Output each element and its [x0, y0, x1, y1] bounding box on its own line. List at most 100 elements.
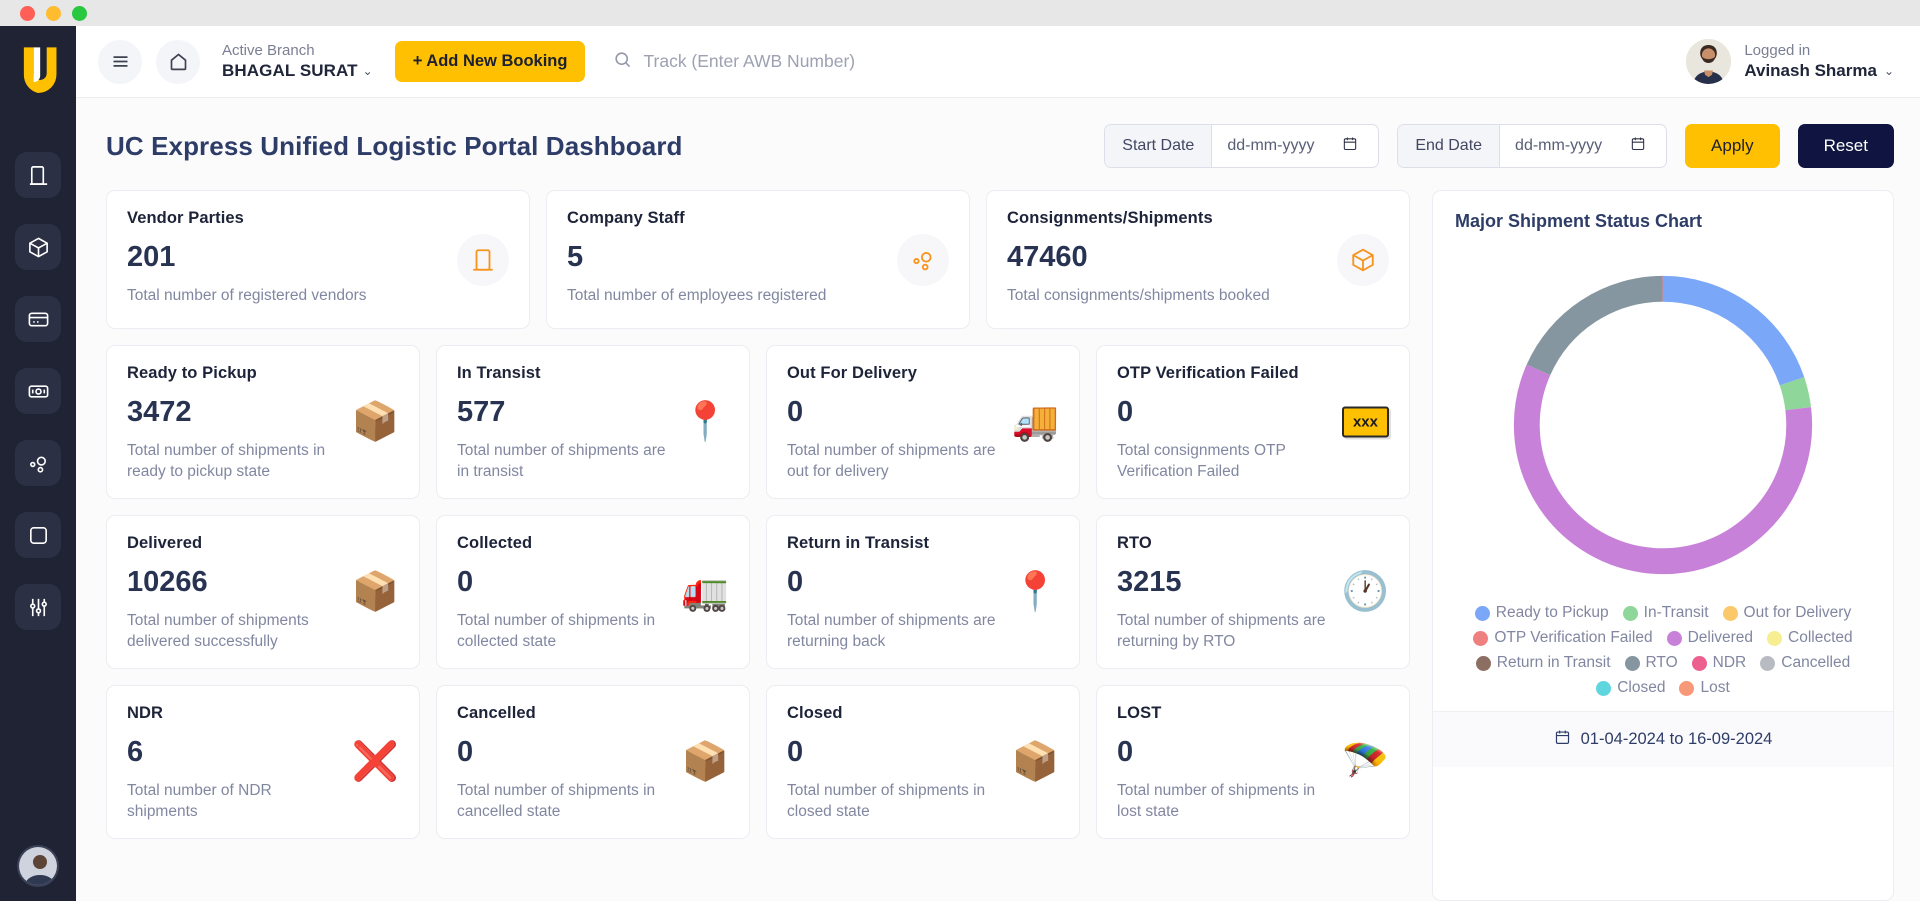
card-vendor-parties[interactable]: Vendor Parties 201 Total number of regis…	[106, 190, 530, 329]
legend-label: RTO	[1645, 654, 1678, 671]
sidebar-item-grid[interactable]	[15, 512, 61, 558]
hamburger-menu-icon[interactable]	[98, 39, 142, 84]
legend-swatch	[1767, 630, 1783, 646]
legend-item[interactable]: Delivered	[1666, 629, 1754, 647]
card-title: Cancelled	[457, 704, 536, 722]
legend-label: Delivered	[1687, 629, 1754, 646]
legend-swatch	[1474, 605, 1490, 621]
main-area: Active Branch BHAGAL SURAT ⌄ + Add New B…	[76, 26, 1920, 901]
user-name-row[interactable]: Avinash Sharma ⌄	[1744, 60, 1894, 82]
card-value: 47460	[1007, 241, 1088, 273]
card-title: Closed	[787, 704, 843, 722]
legend-item[interactable]: In-Transit	[1622, 604, 1709, 622]
card-description: Total number of shipments are returning …	[787, 612, 996, 650]
card-cancelled[interactable]: Cancelled 0 Total number of shipments in…	[436, 685, 750, 839]
card-description: Total consignments OTP Verification Fail…	[1117, 442, 1286, 480]
sidebar-item-sliders[interactable]	[15, 584, 61, 630]
active-branch-selector[interactable]: Active Branch BHAGAL SURAT ⌄	[222, 41, 373, 82]
legend-swatch	[1691, 655, 1707, 671]
apply-button[interactable]: Apply	[1685, 124, 1780, 168]
calendar-icon[interactable]	[1630, 135, 1646, 157]
legend-item[interactable]: Cancelled	[1760, 654, 1850, 672]
top-bar: Active Branch BHAGAL SURAT ⌄ + Add New B…	[76, 26, 1920, 98]
legend-item[interactable]: Lost	[1679, 679, 1730, 697]
package-emoji-icon: 📦	[351, 401, 399, 443]
card-description: Total number of employees registered	[567, 287, 827, 304]
legend-item[interactable]: Out for Delivery	[1722, 604, 1851, 622]
end-date-input[interactable]: dd-mm-yyyy	[1500, 125, 1666, 167]
home-icon[interactable]	[156, 39, 200, 84]
start-date-label: Start Date	[1105, 125, 1213, 167]
legend-swatch	[1666, 630, 1682, 646]
user-login-status: Logged in	[1744, 42, 1811, 59]
card-title: Out For Delivery	[787, 364, 917, 382]
end-date-value: dd-mm-yyyy	[1515, 137, 1603, 154]
card-otp-verification-failed[interactable]: OTP Verification Failed 0 Total consignm…	[1096, 345, 1410, 499]
card-description: Total number of shipments in collected s…	[457, 612, 656, 650]
legend-swatch	[1679, 680, 1695, 696]
clock-arrow-emoji-icon: 🕐	[1341, 571, 1389, 613]
start-date-input[interactable]: dd-mm-yyyy	[1212, 125, 1378, 167]
legend-label: Ready to Pickup	[1495, 604, 1609, 621]
end-date-group[interactable]: End Date dd-mm-yyyy	[1397, 124, 1668, 168]
card-description: Total number of shipments in closed stat…	[787, 782, 986, 820]
user-menu[interactable]: Logged in Avinash Sharma ⌄	[1686, 39, 1894, 84]
donut-segment[interactable]	[1779, 377, 1812, 411]
card-description: Total number of registered vendors	[127, 287, 367, 304]
legend-label: Cancelled	[1781, 654, 1851, 671]
track-input[interactable]	[643, 51, 1687, 72]
start-date-group[interactable]: Start Date dd-mm-yyyy	[1104, 124, 1380, 168]
card-return-in-transist[interactable]: Return in Transist 0 Total number of shi…	[766, 515, 1080, 669]
legend-item[interactable]: RTO	[1624, 654, 1678, 672]
dashboard-content: Vendor Parties 201 Total number of regis…	[76, 190, 1920, 901]
shipment-status-chart-panel: Major Shipment Status Chart Ready to Pic…	[1432, 190, 1894, 901]
chart-date-range-text: 01-04-2024 to 16-09-2024	[1580, 730, 1773, 748]
sidebar-avatar[interactable]	[17, 845, 59, 887]
calendar-icon[interactable]	[1342, 135, 1358, 157]
donut-chart-svg[interactable]	[1494, 256, 1832, 594]
legend-item[interactable]: Return in Transit	[1475, 654, 1611, 672]
legend-item[interactable]: Closed	[1596, 679, 1665, 697]
window-maximize-button[interactable]	[72, 5, 87, 21]
window-minimize-button[interactable]	[46, 5, 61, 21]
brand-logo-icon[interactable]	[15, 42, 61, 94]
card-lost[interactable]: LOST 0 Total number of shipments in lost…	[1096, 685, 1410, 839]
card-description: Total number of shipments in lost state	[1117, 782, 1316, 820]
xxx-badge-icon: xxx	[1341, 406, 1389, 438]
donut-segment[interactable]	[1662, 275, 1805, 386]
card-delivered[interactable]: Delivered 10266 Total number of shipment…	[106, 515, 420, 669]
legend-item[interactable]: Collected	[1767, 629, 1853, 647]
sidebar-item-cash[interactable]	[15, 368, 61, 414]
sidebar-item-network[interactable]	[15, 440, 61, 486]
card-consignments-shipments[interactable]: Consignments/Shipments 47460 Total consi…	[986, 190, 1410, 329]
legend-item[interactable]: OTP Verification Failed	[1473, 629, 1653, 647]
card-out-for-delivery[interactable]: Out For Delivery 0 Total number of shipm…	[766, 345, 1080, 499]
status-card-row-3: NDR 6 Total number of NDR shipments ❌ Ca…	[106, 685, 1410, 839]
donut-segment[interactable]	[1526, 275, 1664, 376]
user-text: Logged in Avinash Sharma ⌄	[1744, 41, 1894, 82]
card-closed[interactable]: Closed 0 Total number of shipments in cl…	[766, 685, 1080, 839]
legend-item[interactable]: NDR	[1691, 654, 1746, 672]
donut-segment[interactable]	[1513, 364, 1813, 575]
reset-button[interactable]: Reset	[1797, 124, 1894, 168]
card-ready-to-pickup[interactable]: Ready to Pickup 3472 Total number of shi…	[106, 345, 420, 499]
card-value: 201	[127, 241, 176, 273]
sidebar-item-card[interactable]	[15, 296, 61, 342]
track-search[interactable]	[613, 50, 1687, 74]
active-branch-row[interactable]: BHAGAL SURAT ⌄	[222, 60, 373, 82]
sidebar-item-building[interactable]	[15, 152, 61, 198]
sidebar-item-box[interactable]	[15, 224, 61, 270]
card-description: Total number of shipments are out for de…	[787, 442, 996, 480]
card-in-transist[interactable]: In Transist 577 Total number of shipment…	[436, 345, 750, 499]
card-title: In Transist	[457, 364, 541, 382]
card-ndr[interactable]: NDR 6 Total number of NDR shipments ❌	[106, 685, 420, 839]
window-close-button[interactable]	[20, 5, 35, 21]
legend-item[interactable]: Ready to Pickup	[1474, 604, 1609, 622]
card-title: OTP Verification Failed	[1117, 364, 1299, 382]
card-company-staff[interactable]: Company Staff 5 Total number of employee…	[546, 190, 970, 329]
card-collected[interactable]: Collected 0 Total number of shipments in…	[436, 515, 750, 669]
legend-label: Closed	[1617, 679, 1666, 696]
summary-card-row: Vendor Parties 201 Total number of regis…	[106, 190, 1410, 329]
card-rto[interactable]: RTO 3215 Total number of shipments are r…	[1096, 515, 1410, 669]
add-new-booking-button[interactable]: + Add New Booking	[394, 41, 586, 82]
